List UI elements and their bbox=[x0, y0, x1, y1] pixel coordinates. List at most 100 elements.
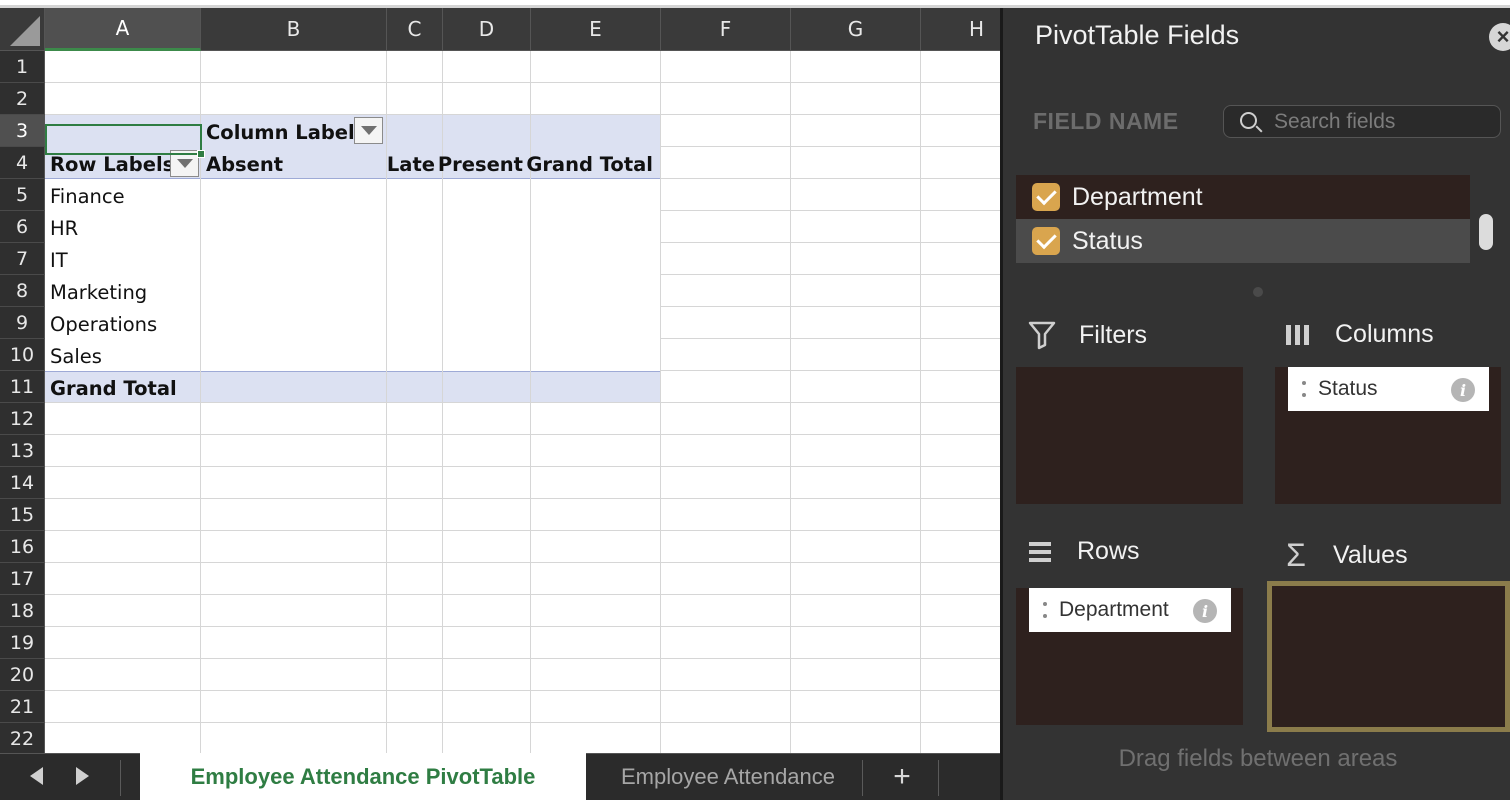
search-fields-box[interactable] bbox=[1223, 105, 1501, 138]
pivot-row-item[interactable]: Sales bbox=[50, 340, 102, 372]
row-header-4[interactable]: 4 bbox=[0, 147, 45, 179]
drag-handle-icon[interactable] bbox=[1302, 381, 1306, 397]
grid-line bbox=[661, 210, 1000, 211]
pivot-row-item[interactable]: Marketing bbox=[50, 276, 147, 308]
row-header-1[interactable]: 1 bbox=[0, 51, 45, 83]
pivot-header-late[interactable]: Late bbox=[387, 148, 435, 180]
grid-line bbox=[45, 626, 1000, 627]
pivot-row-item[interactable]: IT bbox=[50, 244, 68, 276]
column-header-c[interactable]: C bbox=[387, 8, 443, 51]
field-item-department[interactable]: Department bbox=[1016, 175, 1470, 219]
column-labels-dropdown[interactable] bbox=[354, 117, 383, 144]
columns-drop-area[interactable]: Status i bbox=[1275, 367, 1501, 504]
values-area-title: Σ Values bbox=[1279, 537, 1408, 574]
row-header-22[interactable]: 22 bbox=[0, 723, 45, 753]
grid-line bbox=[45, 498, 1000, 499]
row-header-9[interactable]: 9 bbox=[0, 307, 45, 339]
row-header-15[interactable]: 15 bbox=[0, 499, 45, 531]
column-header-f[interactable]: F bbox=[661, 8, 791, 51]
select-all-corner[interactable] bbox=[0, 8, 45, 51]
columns-icon bbox=[1281, 324, 1315, 346]
field-name-label: FIELD NAME bbox=[1033, 108, 1179, 134]
rows-area-title: Rows bbox=[1023, 537, 1140, 566]
column-header-e[interactable]: E bbox=[531, 8, 661, 51]
field-list-scrollbar[interactable] bbox=[1479, 214, 1493, 250]
field-list: Department Status bbox=[1016, 175, 1470, 265]
info-icon[interactable]: i bbox=[1193, 599, 1217, 623]
columns-field-status[interactable]: Status i bbox=[1288, 367, 1489, 411]
row-header-10[interactable]: 10 bbox=[0, 339, 45, 371]
row-header-3[interactable]: 3 bbox=[0, 115, 45, 147]
grid-line bbox=[661, 338, 1000, 339]
pivot-grand-total-row[interactable]: Grand Total bbox=[50, 372, 177, 404]
pivot-column-labels[interactable]: Column Labels bbox=[206, 116, 366, 148]
rows-drop-area[interactable]: Department i bbox=[1016, 588, 1243, 725]
values-drop-area[interactable] bbox=[1267, 581, 1510, 732]
department-checkbox[interactable] bbox=[1032, 183, 1060, 211]
chevron-down-icon bbox=[176, 159, 193, 168]
info-icon[interactable]: i bbox=[1451, 378, 1475, 402]
row-header-20[interactable]: 20 bbox=[0, 659, 45, 691]
grid-line bbox=[661, 306, 1000, 307]
pivot-header-grand-total[interactable]: Grand Total bbox=[526, 148, 653, 180]
column-header-h[interactable]: H bbox=[921, 8, 1000, 51]
search-fields-input[interactable] bbox=[1274, 108, 1494, 135]
row-header-16[interactable]: 16 bbox=[0, 531, 45, 563]
spreadsheet-grid[interactable]: A B C D E F G H 1 2 3 4 5 6 7 8 9 10 11 … bbox=[0, 8, 1000, 753]
row-header-12[interactable]: 12 bbox=[0, 403, 45, 435]
next-sheet-arrow-icon[interactable] bbox=[76, 767, 89, 785]
column-header-d[interactable]: D bbox=[443, 8, 531, 51]
tab-employee-attendance[interactable]: Employee Attendance bbox=[594, 754, 862, 800]
grid-line bbox=[45, 594, 1000, 595]
grid-line bbox=[45, 466, 1000, 467]
row-header-17[interactable]: 17 bbox=[0, 563, 45, 595]
pivottable-fields-pane: PivotTable Fields × FIELD NAME Departmen… bbox=[1000, 8, 1510, 800]
active-cell-a3[interactable] bbox=[45, 124, 202, 155]
pivot-row-item[interactable]: Operations bbox=[50, 308, 157, 340]
row-header-5[interactable]: 5 bbox=[0, 179, 45, 211]
status-checkbox[interactable] bbox=[1032, 227, 1060, 255]
filter-funnel-icon bbox=[1025, 320, 1059, 350]
pivot-row-item[interactable]: Finance bbox=[50, 180, 125, 212]
row-header-21[interactable]: 21 bbox=[0, 691, 45, 723]
search-icon bbox=[1240, 112, 1257, 129]
row-header-11[interactable]: 11 bbox=[0, 371, 45, 403]
row-header-8[interactable]: 8 bbox=[0, 275, 45, 307]
close-pane-button[interactable]: × bbox=[1489, 23, 1510, 51]
tab-employee-attendance-pivottable[interactable]: Employee Attendance PivotTable bbox=[140, 753, 586, 800]
drag-handle-icon[interactable] bbox=[1043, 602, 1047, 618]
add-sheet-button[interactable]: + bbox=[884, 758, 920, 796]
previous-sheet-arrow-icon[interactable] bbox=[30, 767, 43, 785]
field-label-department: Department bbox=[1072, 182, 1203, 211]
pivot-row-item[interactable]: HR bbox=[50, 212, 78, 244]
grid-line bbox=[45, 402, 1000, 403]
grid-line bbox=[45, 562, 1000, 563]
filters-drop-area[interactable] bbox=[1016, 367, 1243, 504]
row-header-14[interactable]: 14 bbox=[0, 467, 45, 499]
column-header-b[interactable]: B bbox=[201, 8, 387, 51]
field-item-status[interactable]: Status bbox=[1016, 219, 1470, 263]
pivot-header-absent[interactable]: Absent bbox=[206, 148, 283, 180]
column-header-g[interactable]: G bbox=[791, 8, 921, 51]
row-header-13[interactable]: 13 bbox=[0, 435, 45, 467]
row-header-18[interactable]: 18 bbox=[0, 595, 45, 627]
grid-line bbox=[45, 114, 1000, 115]
window-top-edge bbox=[0, 0, 1510, 8]
row-header-2[interactable]: 2 bbox=[0, 83, 45, 115]
grid-line bbox=[45, 690, 1000, 691]
values-label: Values bbox=[1333, 541, 1408, 569]
fill-handle[interactable] bbox=[197, 150, 205, 158]
sigma-icon: Σ bbox=[1286, 537, 1306, 573]
row-header-7[interactable]: 7 bbox=[0, 243, 45, 275]
grid-line bbox=[661, 146, 1000, 147]
rows-icon bbox=[1023, 540, 1057, 564]
column-header-a[interactable]: A bbox=[45, 8, 201, 51]
row-header-19[interactable]: 19 bbox=[0, 627, 45, 659]
grid-line bbox=[45, 434, 1000, 435]
pivot-header-present[interactable]: Present bbox=[438, 148, 523, 180]
rows-field-department[interactable]: Department i bbox=[1029, 588, 1231, 632]
row-header-6[interactable]: 6 bbox=[0, 211, 45, 243]
grid-line bbox=[45, 82, 1000, 83]
pane-splitter-handle[interactable] bbox=[1253, 287, 1263, 297]
grid-line bbox=[45, 658, 1000, 659]
